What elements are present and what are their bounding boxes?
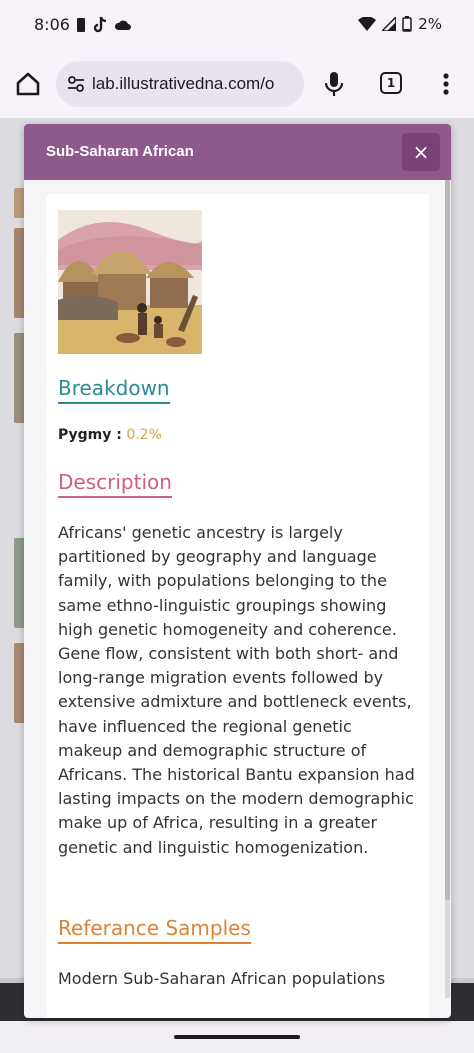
- status-right: 2%: [358, 15, 442, 33]
- wifi-icon: [358, 17, 377, 31]
- tabs-icon[interactable]: 1: [380, 72, 402, 94]
- modal-card: Breakdown Pygmy : 0.2% Description Afric…: [46, 194, 429, 1018]
- browser-toolbar: lab.illustrativedna.com/o 1: [0, 50, 474, 118]
- breakdown-heading: Breakdown: [58, 376, 170, 404]
- sim-icon: [77, 18, 85, 32]
- breakdown-value: 0.2%: [126, 427, 162, 443]
- mic-icon[interactable]: [322, 70, 346, 98]
- description-heading: Description: [58, 470, 172, 498]
- status-bar: 8:06 2%: [0, 0, 474, 50]
- modal-scrollbar[interactable]: [445, 180, 450, 998]
- scrollbar-thumb[interactable]: [445, 180, 450, 900]
- reference-samples-text: Modern Sub-Saharan African populations: [58, 969, 386, 988]
- description-text: Africans' genetic ancestry is largely pa…: [58, 523, 415, 857]
- modal-title: Sub-Saharan African: [46, 143, 194, 160]
- home-icon[interactable]: [14, 70, 42, 98]
- more-menu-icon[interactable]: [436, 70, 456, 98]
- battery-percent: 2%: [418, 15, 442, 33]
- close-button[interactable]: ×: [402, 133, 440, 171]
- breakdown-row: Pygmy : 0.2%: [58, 427, 162, 443]
- breakdown-label: Pygmy :: [58, 427, 122, 443]
- status-left-icons: [76, 16, 132, 34]
- reference-samples-heading: Referance Samples: [58, 916, 251, 944]
- url-text[interactable]: lab.illustrativedna.com/o: [92, 74, 274, 94]
- battery-icon: [402, 16, 412, 32]
- close-icon: ×: [412, 140, 430, 164]
- site-settings-icon[interactable]: [66, 74, 86, 94]
- signal-icon: [382, 17, 397, 31]
- ancestry-modal: Sub-Saharan African × Breakdown Pygmy: …: [24, 124, 451, 1018]
- village-illustration: [58, 210, 202, 354]
- gesture-handle[interactable]: [174, 1035, 300, 1039]
- tab-count: 1: [386, 76, 396, 90]
- modal-header: Sub-Saharan African ×: [24, 124, 451, 180]
- address-bar[interactable]: lab.illustrativedna.com/o: [56, 61, 304, 107]
- tiktok-icon: [93, 16, 107, 33]
- status-time: 8:06: [34, 15, 70, 34]
- gesture-nav-area: [0, 1021, 474, 1053]
- cloud-icon: [114, 20, 131, 30]
